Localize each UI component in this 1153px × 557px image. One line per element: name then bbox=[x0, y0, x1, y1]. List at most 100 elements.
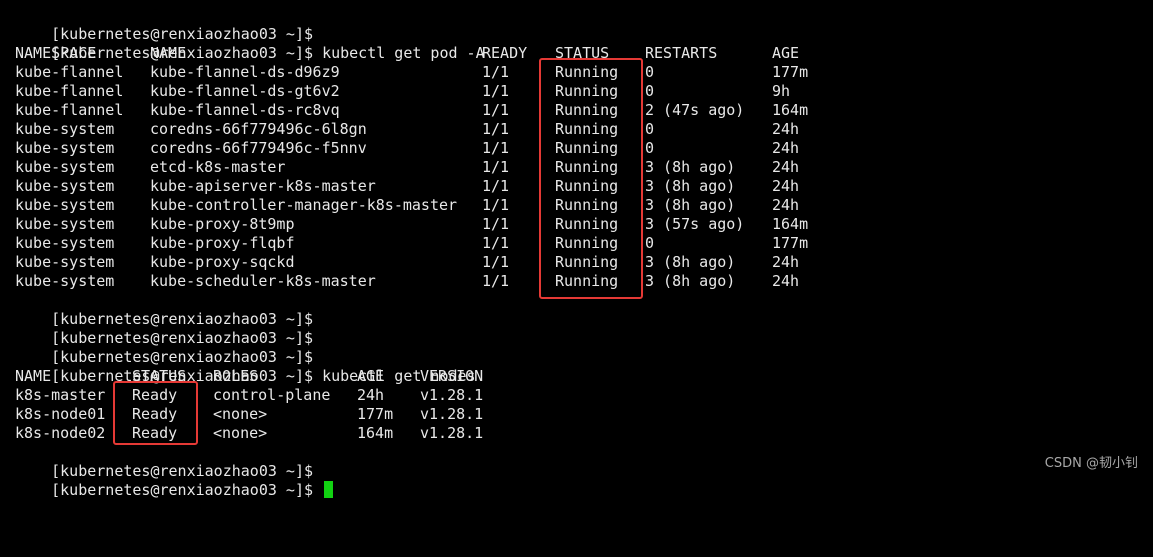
pod-ready: 1/1 bbox=[482, 139, 510, 157]
csdn-watermark: CSDN @韧小钊 bbox=[1044, 456, 1138, 471]
prompt-line: [kubernetes@renxiaozhao03 ~]$ bbox=[15, 443, 313, 480]
pod-age: 164m bbox=[772, 101, 809, 119]
active-prompt-line[interactable]: [kubernetes@renxiaozhao03 ~]$ bbox=[15, 462, 334, 499]
node-version: v1.28.1 bbox=[420, 386, 484, 404]
pod-name: kube-controller-manager-k8s-master bbox=[150, 196, 458, 214]
pod-restarts: 0 bbox=[645, 82, 655, 100]
column-header-age: AGE bbox=[357, 367, 385, 385]
pod-namespace: kube-system bbox=[15, 177, 115, 195]
node-name: k8s-node01 bbox=[15, 405, 106, 423]
command-line-get-pod: [kubernetes@renxiaozhao03 ~]$ kubectl ge… bbox=[15, 25, 485, 62]
column-header-name: NAME bbox=[15, 367, 52, 385]
pod-restarts: 3 (8h ago) bbox=[645, 253, 736, 271]
table-row: k8s-node02 Ready <none> 164m v1.28.1 bbox=[15, 424, 483, 443]
table-row: kube-system coredns-66f779496c-6l8gn 1/1… bbox=[15, 120, 799, 139]
pod-restarts: 0 bbox=[645, 120, 655, 138]
shell-prompt: [kubernetes@renxiaozhao03 ~]$ bbox=[51, 481, 314, 499]
terminal-window[interactable]: [kubernetes@renxiaozhao03 ~]$ [kubernete… bbox=[0, 0, 1153, 499]
pod-namespace: kube-system bbox=[15, 196, 115, 214]
pod-namespace: kube-system bbox=[15, 234, 115, 252]
pod-name: kube-scheduler-k8s-master bbox=[150, 272, 376, 290]
node-name: k8s-node02 bbox=[15, 424, 106, 442]
table-row: kube-system kube-apiserver-k8s-master 1/… bbox=[15, 177, 799, 196]
prompt-line: [kubernetes@renxiaozhao03 ~]$ bbox=[15, 291, 313, 328]
pod-restarts: 3 (8h ago) bbox=[645, 177, 736, 195]
table-row: kube-system kube-controller-manager-k8s-… bbox=[15, 196, 799, 215]
pod-ready: 1/1 bbox=[482, 177, 510, 195]
node-age: 177m bbox=[357, 405, 394, 423]
column-header-restarts: RESTARTS bbox=[645, 44, 718, 62]
node-roles: <none> bbox=[213, 424, 268, 442]
command-text: kubectl get pod -A bbox=[322, 44, 485, 62]
pod-ready: 1/1 bbox=[482, 82, 510, 100]
pod-restarts: 3 (8h ago) bbox=[645, 196, 736, 214]
node-version: v1.28.1 bbox=[420, 405, 484, 423]
pod-namespace: kube-system bbox=[15, 272, 115, 290]
table-row: k8s-node01 Ready <none> 177m v1.28.1 bbox=[15, 405, 483, 424]
pod-age: 9h bbox=[772, 82, 791, 100]
pod-name: kube-flannel-ds-rc8vq bbox=[150, 101, 340, 119]
terminal-cursor[interactable] bbox=[324, 481, 334, 498]
pod-age: 24h bbox=[772, 177, 800, 195]
pod-restarts: 3 (8h ago) bbox=[645, 158, 736, 176]
prompt-line: [kubernetes@renxiaozhao03 ~]$ bbox=[15, 6, 313, 43]
column-header-name: NAME bbox=[150, 44, 187, 62]
pod-ready: 1/1 bbox=[482, 63, 510, 81]
pod-name: kube-proxy-8t9mp bbox=[150, 215, 295, 233]
nodes-status-highlight-box bbox=[113, 381, 198, 445]
node-roles: <none> bbox=[213, 405, 268, 423]
pod-restarts: 0 bbox=[645, 234, 655, 252]
table-row: kube-flannel kube-flannel-ds-gt6v2 1/1 R… bbox=[15, 82, 790, 101]
command-line-get-nodes: [kubernetes@renxiaozhao03 ~]$ kubectl ge… bbox=[15, 348, 475, 385]
pod-ready: 1/1 bbox=[482, 158, 510, 176]
pod-namespace: kube-system bbox=[15, 158, 115, 176]
pod-namespace: kube-flannel bbox=[15, 63, 124, 81]
table-row: kube-system kube-scheduler-k8s-master 1/… bbox=[15, 272, 799, 291]
node-name: k8s-master bbox=[15, 386, 106, 404]
table-row: k8s-master Ready control-plane 24h v1.28… bbox=[15, 386, 483, 405]
table-row: kube-system kube-proxy-sqckd 1/1 Running… bbox=[15, 253, 799, 272]
column-header-namespace: NAMESPACE bbox=[15, 44, 97, 62]
column-header-ready: READY bbox=[482, 44, 528, 62]
pod-namespace: kube-system bbox=[15, 120, 115, 138]
pod-ready: 1/1 bbox=[482, 196, 510, 214]
pod-age: 24h bbox=[772, 120, 800, 138]
table-row: kube-system etcd-k8s-master 1/1 Running … bbox=[15, 158, 799, 177]
column-header-roles: ROLES bbox=[213, 367, 259, 385]
pod-name: kube-flannel-ds-d96z9 bbox=[150, 63, 340, 81]
pod-name: kube-proxy-sqckd bbox=[150, 253, 295, 271]
pod-age: 24h bbox=[772, 253, 800, 271]
nodes-table-header: NAME STATUS ROLES AGE VERSION bbox=[15, 367, 483, 386]
node-age: 164m bbox=[357, 424, 394, 442]
pod-restarts: 3 (8h ago) bbox=[645, 272, 736, 290]
pods-status-highlight-box bbox=[539, 58, 643, 299]
table-row: kube-flannel kube-flannel-ds-d96z9 1/1 R… bbox=[15, 63, 808, 82]
table-row: kube-system kube-proxy-8t9mp 1/1 Running… bbox=[15, 215, 808, 234]
node-version: v1.28.1 bbox=[420, 424, 484, 442]
pod-namespace: kube-system bbox=[15, 215, 115, 233]
pod-age: 24h bbox=[772, 139, 800, 157]
table-row: kube-system coredns-66f779496c-f5nnv 1/1… bbox=[15, 139, 799, 158]
node-age: 24h bbox=[357, 386, 385, 404]
pod-namespace: kube-system bbox=[15, 139, 115, 157]
pod-ready: 1/1 bbox=[482, 234, 510, 252]
pod-ready: 1/1 bbox=[482, 101, 510, 119]
pod-ready: 1/1 bbox=[482, 215, 510, 233]
prompt-line: [kubernetes@renxiaozhao03 ~]$ bbox=[15, 310, 313, 347]
prompt-line: [kubernetes@renxiaozhao03 ~]$ bbox=[15, 329, 313, 366]
pod-name: etcd-k8s-master bbox=[150, 158, 286, 176]
pod-restarts: 0 bbox=[645, 139, 655, 157]
pod-age: 177m bbox=[772, 63, 809, 81]
pod-age: 164m bbox=[772, 215, 809, 233]
pod-restarts: 3 (57s ago) bbox=[645, 215, 745, 233]
pod-restarts: 2 (47s ago) bbox=[645, 101, 745, 119]
pod-ready: 1/1 bbox=[482, 272, 510, 290]
pod-name: kube-proxy-flqbf bbox=[150, 234, 295, 252]
pod-restarts: 0 bbox=[645, 63, 655, 81]
pod-age: 177m bbox=[772, 234, 809, 252]
table-row: kube-flannel kube-flannel-ds-rc8vq 1/1 R… bbox=[15, 101, 808, 120]
column-header-age: AGE bbox=[772, 44, 800, 62]
table-row: kube-system kube-proxy-flqbf 1/1 Running… bbox=[15, 234, 808, 253]
pod-namespace: kube-flannel bbox=[15, 101, 124, 119]
pod-name: coredns-66f779496c-f5nnv bbox=[150, 139, 367, 157]
